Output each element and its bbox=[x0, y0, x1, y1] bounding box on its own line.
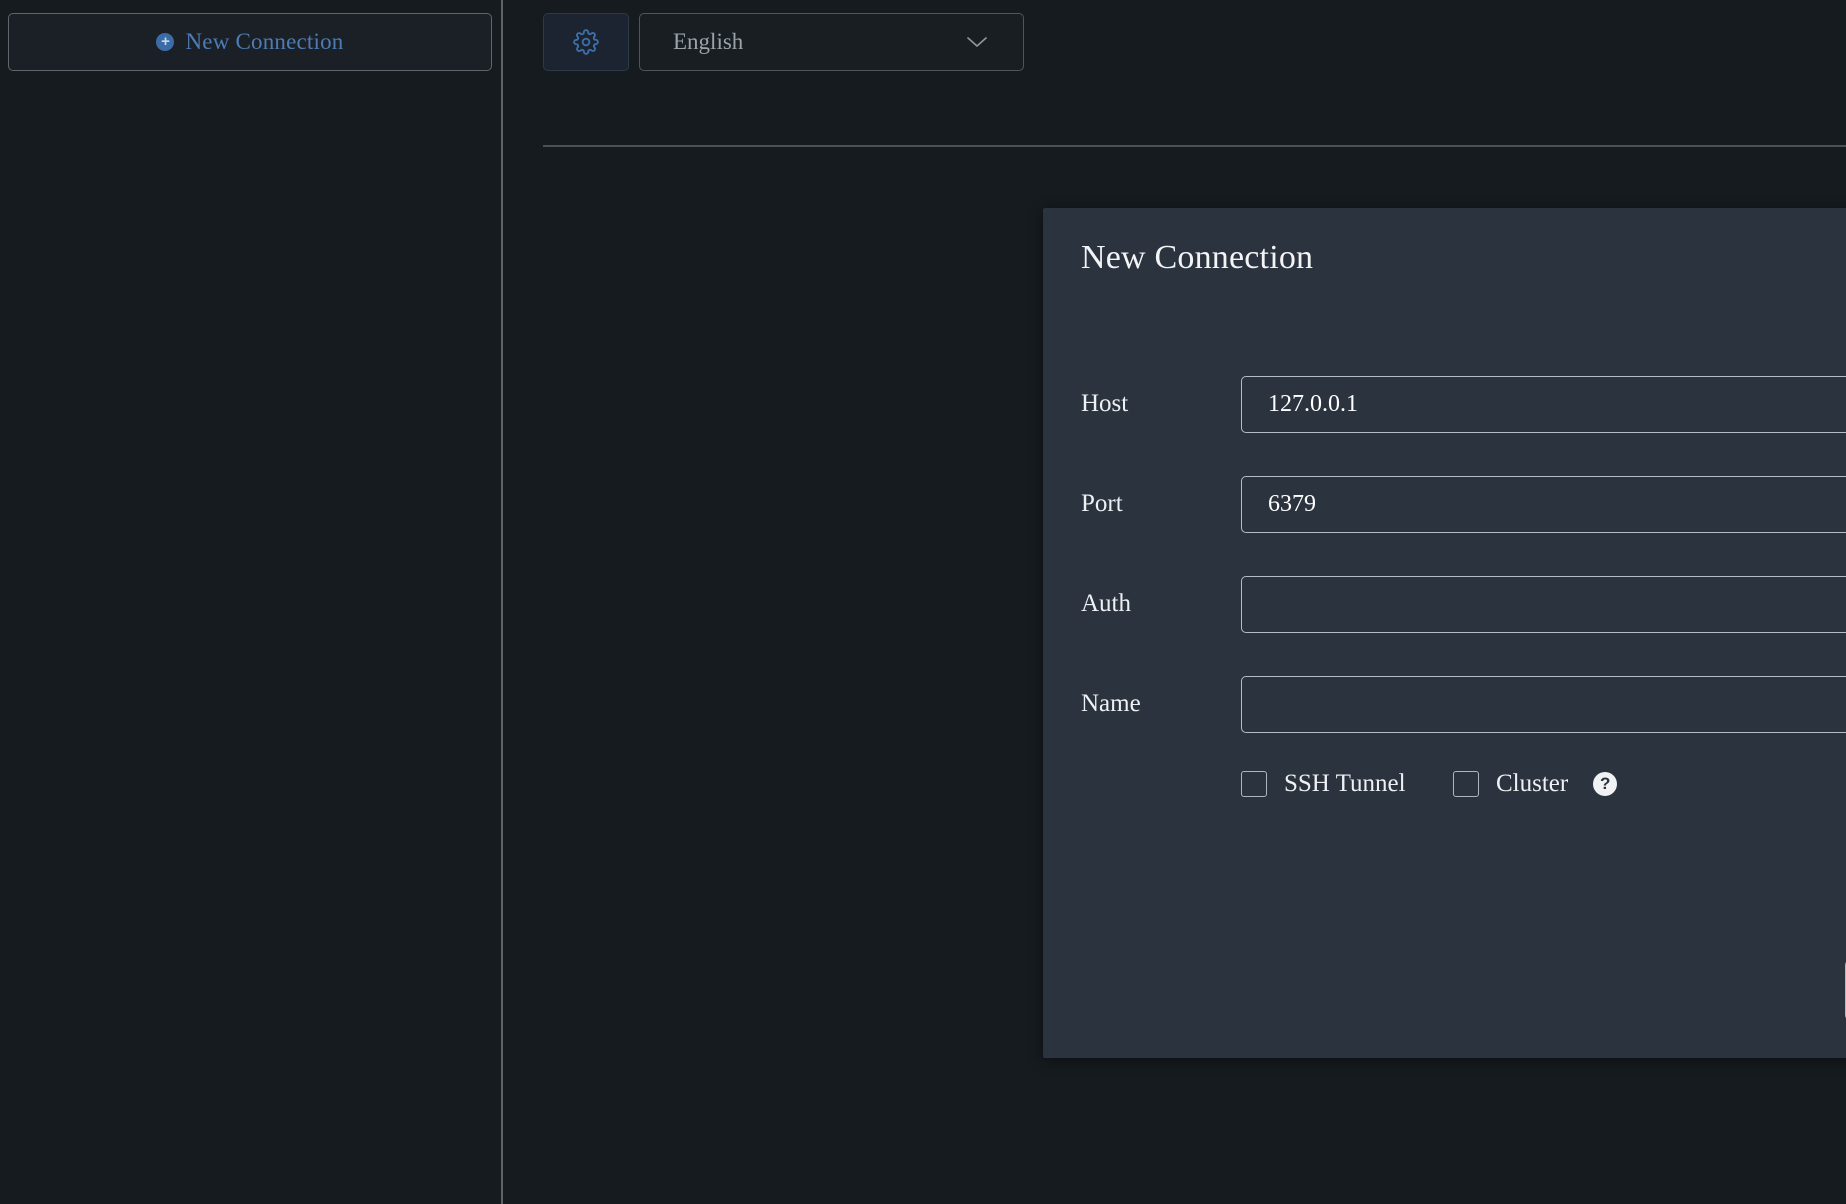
new-connection-dialog: New Connection Host Port Auth bbox=[1043, 208, 1846, 1058]
gear-icon bbox=[573, 29, 599, 55]
connection-form: Host Port Auth Name bbox=[1043, 354, 1846, 754]
form-row-auth: Auth bbox=[1043, 554, 1846, 654]
toolbar-divider bbox=[543, 145, 1846, 147]
ssh-tunnel-checkbox[interactable]: SSH Tunnel bbox=[1241, 770, 1406, 798]
options-row: SSH Tunnel Cluster ? bbox=[1043, 754, 1846, 814]
new-connection-label: New Connection bbox=[185, 29, 343, 55]
form-row-port: Port bbox=[1043, 454, 1846, 554]
form-row-name: Name bbox=[1043, 654, 1846, 754]
checkbox-box-cluster[interactable] bbox=[1453, 771, 1479, 797]
chevron-down-icon bbox=[964, 34, 1023, 50]
ssh-tunnel-label: SSH Tunnel bbox=[1284, 770, 1406, 798]
main-content-panel: English New Connection Host bbox=[503, 0, 1846, 1204]
toolbar: English bbox=[503, 0, 1846, 100]
plus-circle-icon: + bbox=[156, 33, 174, 51]
port-input[interactable] bbox=[1241, 476, 1846, 533]
host-label: Host bbox=[1081, 390, 1241, 418]
dialog-title: New Connection bbox=[1081, 239, 1313, 277]
settings-button[interactable] bbox=[543, 13, 629, 71]
dialog-footer: Cancel OK bbox=[1043, 960, 1846, 1020]
checkbox-box-ssh-tunnel[interactable] bbox=[1241, 771, 1267, 797]
language-select-value: English bbox=[640, 29, 964, 55]
language-select[interactable]: English bbox=[639, 13, 1024, 71]
auth-label: Auth bbox=[1081, 590, 1241, 618]
auth-input[interactable] bbox=[1241, 576, 1846, 633]
form-row-host: Host bbox=[1043, 354, 1846, 454]
name-label: Name bbox=[1081, 690, 1241, 718]
new-connection-button[interactable]: + New Connection bbox=[8, 13, 492, 71]
left-sidebar-panel: + New Connection bbox=[0, 0, 501, 1204]
cluster-label: Cluster bbox=[1496, 770, 1568, 798]
name-input[interactable] bbox=[1241, 676, 1846, 733]
question-mark-icon[interactable]: ? bbox=[1593, 772, 1617, 796]
port-label: Port bbox=[1081, 490, 1241, 518]
host-input[interactable] bbox=[1241, 376, 1846, 433]
cluster-checkbox[interactable]: Cluster ? bbox=[1453, 770, 1617, 798]
